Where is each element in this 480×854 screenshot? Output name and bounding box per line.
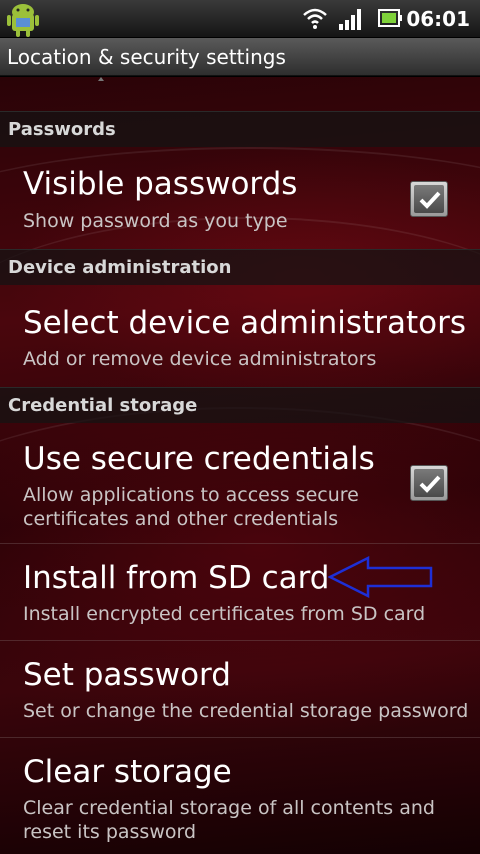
settings-list[interactable]: Passwords Visible passwords Show passwor… xyxy=(0,77,480,854)
setting-summary: Set or change the credential storage pas… xyxy=(23,700,469,722)
setting-summary: Add or remove device administrators xyxy=(23,348,377,370)
section-header-device-administration: Device administration xyxy=(0,249,480,285)
title-bar: Location & security settings xyxy=(0,38,480,76)
section-header-credential-storage: Credential storage xyxy=(0,387,480,423)
setting-use-secure-credentials[interactable]: Use secure credentials Allow application… xyxy=(0,425,480,543)
setting-title: Install from SD card xyxy=(23,560,330,596)
battery-icon xyxy=(378,9,402,27)
setting-summary-line-1: Clear credential storage of all contents… xyxy=(23,797,435,819)
status-bar: 06:01 xyxy=(0,0,480,38)
setting-summary: Show password as you type xyxy=(23,210,288,232)
annotation-arrow-icon xyxy=(328,556,433,598)
setting-title: Select device administrators xyxy=(23,305,466,341)
section-header-passwords: Passwords xyxy=(0,111,480,147)
clock: 06:01 xyxy=(406,7,470,31)
signal-icon xyxy=(339,9,361,30)
setting-summary-line-2: reset its password xyxy=(23,821,197,843)
section-header-label: Passwords xyxy=(8,119,116,140)
use-secure-credentials-checkbox[interactable] xyxy=(410,465,448,501)
setting-set-password[interactable]: Set password Set or change the credentia… xyxy=(0,641,480,737)
setting-select-device-administrators[interactable]: Select device administrators Add or remo… xyxy=(0,287,480,388)
checkmark-icon xyxy=(419,191,441,209)
setting-summary-line-1: Allow applications to access secure xyxy=(23,484,359,506)
section-header-label: Credential storage xyxy=(8,395,198,416)
setting-summary: Install encrypted certificates from SD c… xyxy=(23,603,426,625)
setting-title: Use secure credentials xyxy=(23,441,375,477)
setting-title: Set password xyxy=(23,657,231,693)
setting-clear-storage[interactable]: Clear storage Clear credential storage o… xyxy=(0,738,480,854)
setting-summary-line-2: certificates and other credentials xyxy=(23,508,339,530)
wifi-icon xyxy=(303,8,327,29)
android-notification-icon[interactable] xyxy=(6,2,40,38)
checkmark-icon xyxy=(419,475,441,493)
setting-visible-passwords[interactable]: Visible passwords Show password as you t… xyxy=(0,148,480,249)
scroll-indicator-icon xyxy=(98,77,104,81)
setting-title: Clear storage xyxy=(23,754,232,790)
visible-passwords-checkbox[interactable] xyxy=(410,181,448,217)
section-header-label: Device administration xyxy=(8,257,232,278)
setting-title: Visible passwords xyxy=(23,166,298,202)
page-title: Location & security settings xyxy=(7,45,286,69)
